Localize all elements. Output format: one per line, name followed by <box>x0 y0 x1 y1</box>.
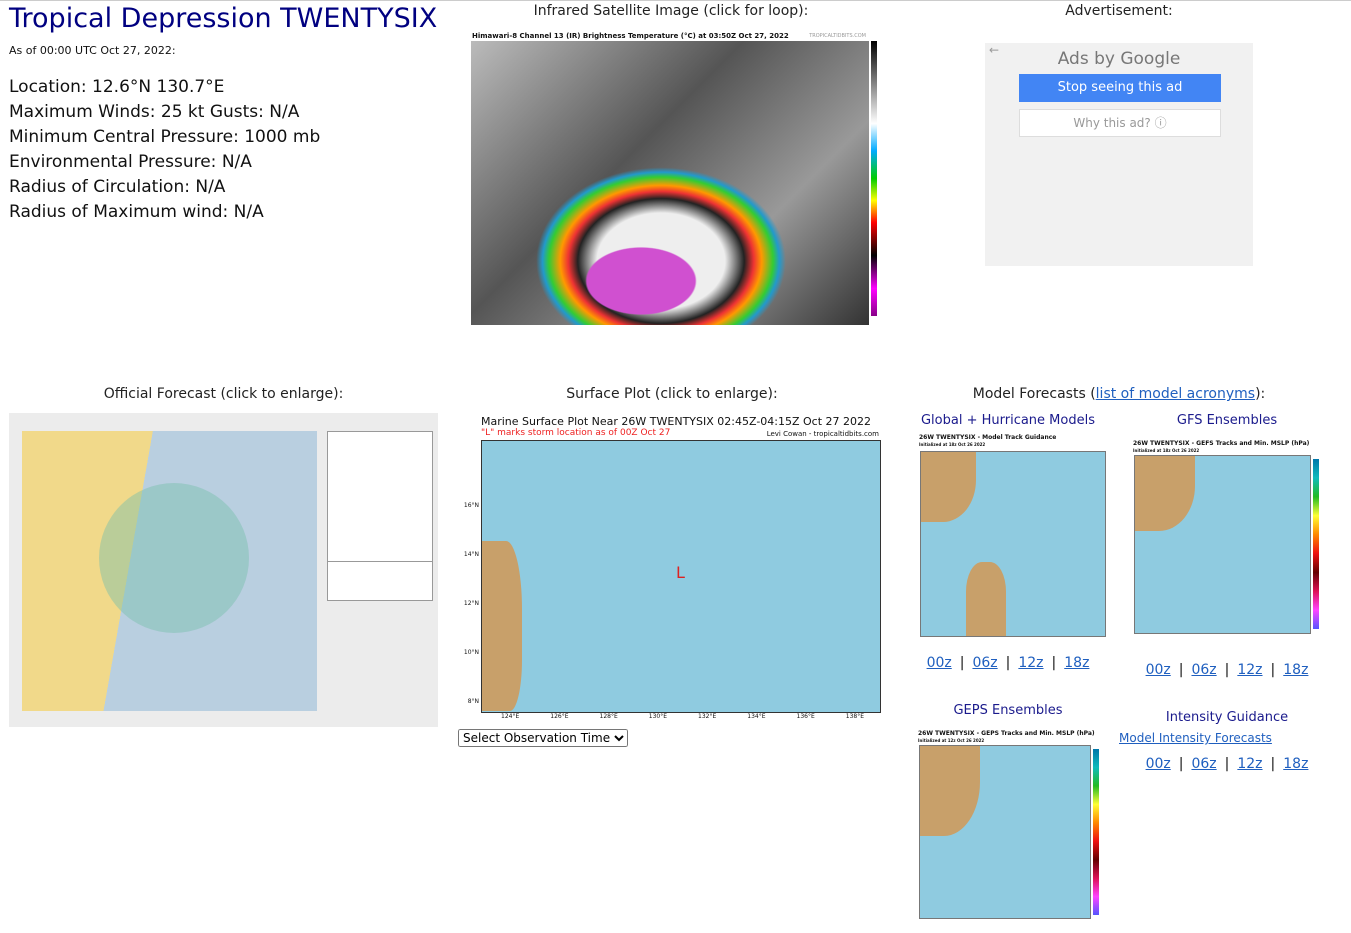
lon-label: 124°E <box>501 713 520 720</box>
gfs-run-links: 00z | 06z | 12z | 18z <box>1145 662 1309 678</box>
models-heading: Model Forecasts (list of model acronyms)… <box>900 386 1338 402</box>
geps-colorbar <box>1093 749 1099 915</box>
gfs-12z-link[interactable]: 12z <box>1237 662 1262 678</box>
intensity-06z-link[interactable]: 06z <box>1191 756 1216 772</box>
model-acronyms-link[interactable]: list of model acronyms <box>1096 386 1255 402</box>
global-models-image[interactable]: 26W TWENTYSIX - Model Track Guidance Ini… <box>918 433 1107 639</box>
lon-label: 128°E <box>599 713 618 720</box>
intensity-00z-link[interactable]: 00z <box>1146 756 1171 772</box>
official-forecast-image[interactable] <box>9 413 438 727</box>
geps-map <box>919 745 1091 919</box>
geps-heading: GEPS Ensembles <box>953 703 1063 718</box>
global-caption: 26W TWENTYSIX - Model Track Guidance <box>919 434 1057 441</box>
stat-min-pressure: Minimum Central Pressure: 1000 mb <box>9 127 321 147</box>
land <box>966 562 1006 636</box>
stat-env-pressure: Environmental Pressure: N/A <box>9 152 252 172</box>
satellite-ir-map <box>471 41 869 325</box>
gfs-map <box>1134 455 1311 634</box>
global-run-links: 00z | 06z | 12z | 18z <box>926 655 1090 671</box>
lat-label: 12°N <box>463 600 479 607</box>
lat-labels: 16°N 14°N 12°N 10°N 8°N <box>457 481 479 721</box>
global-12z-link[interactable]: 12z <box>1018 655 1043 671</box>
surface-map: L <box>481 440 881 713</box>
satellite-colorbar <box>871 41 877 316</box>
global-models-heading: Global + Hurricane Models <box>920 413 1095 428</box>
satellite-caption: Himawari-8 Channel 13 (IR) Brightness Te… <box>472 32 789 40</box>
gfs-heading: GFS Ensembles <box>1176 413 1278 428</box>
lat-label: 14°N <box>463 551 479 558</box>
observation-time-select[interactable]: Select Observation Time... <box>458 729 628 747</box>
lon-label: 126°E <box>550 713 569 720</box>
forecast-cone <box>99 483 249 633</box>
models-heading-text: Model Forecasts ( <box>972 386 1096 402</box>
stat-radius-circulation: Radius of Circulation: N/A <box>9 177 226 197</box>
warning-text-box <box>327 431 433 578</box>
official-heading: Official Forecast (click to enlarge): <box>103 386 344 402</box>
stat-max-winds: Maximum Winds: 25 kt Gusts: N/A <box>9 102 300 122</box>
lon-labels: 124°E 126°E 128°E 130°E 132°E 134°E 136°E 138°E <box>501 713 864 720</box>
global-18z-link[interactable]: 18z <box>1064 655 1089 671</box>
surface-title: Marine Surface Plot Near 26W TWENTYSIX 0… <box>481 415 872 428</box>
gfs-18z-link[interactable]: 18z <box>1283 662 1308 678</box>
intensity-18z-link[interactable]: 18z <box>1283 756 1308 772</box>
lon-label: 134°E <box>747 713 766 720</box>
page-title: Tropical Depression TWENTYSIX <box>9 3 438 34</box>
global-init: Initialized at 18z Oct 26 2022 <box>919 442 986 447</box>
gfs-init: Initialized at 18z Oct 26 2022 <box>1133 448 1200 453</box>
model-intensity-forecasts-link[interactable]: Model Intensity Forecasts <box>1119 731 1272 745</box>
satellite-credit: TROPICALTIDBITS.COM <box>809 33 866 39</box>
land <box>920 746 980 836</box>
lon-label: 138°E <box>845 713 864 720</box>
lon-label: 132°E <box>698 713 717 720</box>
storm-stats: Location: 12.6°N 130.7°E Maximum Winds: … <box>9 75 320 225</box>
ad-heading: Advertisement: <box>1065 3 1173 19</box>
land <box>921 452 976 522</box>
lat-label: 8°N <box>467 698 479 705</box>
stat-location: Location: 12.6°N 130.7°E <box>9 77 225 97</box>
global-map <box>920 451 1106 637</box>
legend-box <box>327 561 433 601</box>
land-philippines <box>482 541 522 711</box>
gfs-caption: 26W TWENTYSIX - GEFS Tracks and Min. MSL… <box>1133 440 1310 447</box>
gfs-ensembles-image[interactable]: 26W TWENTYSIX - GEFS Tracks and Min. MSL… <box>1130 439 1333 637</box>
intensity-heading: Intensity Guidance <box>1165 710 1289 725</box>
models-heading-end: ): <box>1255 386 1266 402</box>
land <box>1135 456 1195 531</box>
satellite-image[interactable]: Himawari-8 Channel 13 (IR) Brightness Te… <box>471 31 886 327</box>
gfs-06z-link[interactable]: 06z <box>1191 662 1216 678</box>
ads-by-google: Ads by Google <box>1057 49 1181 69</box>
intensity-12z-link[interactable]: 12z <box>1237 756 1262 772</box>
geps-caption: 26W TWENTYSIX - GEPS Tracks and Min. MSL… <box>918 730 1095 737</box>
surface-plot-image[interactable]: Marine Surface Plot Near 26W TWENTYSIX 0… <box>457 411 887 721</box>
surface-credit: Levi Cowan - tropicaltidbits.com <box>766 430 879 438</box>
lon-label: 130°E <box>648 713 667 720</box>
lat-label: 10°N <box>463 649 479 656</box>
ad-box: ← Ads by Google Stop seeing this ad Why … <box>985 43 1253 266</box>
as-of-time: As of 00:00 UTC Oct 27, 2022: <box>9 44 176 57</box>
geps-ensembles-image[interactable]: 26W TWENTYSIX - GEPS Tracks and Min. MSL… <box>917 729 1111 919</box>
surface-heading: Surface Plot (click to enlarge): <box>566 386 778 402</box>
lat-label: 16°N <box>463 502 479 509</box>
intensity-run-links: 00z | 06z | 12z | 18z <box>1145 756 1309 772</box>
stat-radius-max-wind: Radius of Maximum wind: N/A <box>9 202 264 222</box>
storm-location-marker: L <box>676 563 685 582</box>
why-this-ad-button[interactable]: Why this ad? ⓘ <box>1019 109 1221 137</box>
stop-seeing-ad-button[interactable]: Stop seeing this ad <box>1019 74 1221 102</box>
satellite-heading: Infrared Satellite Image (click for loop… <box>533 3 809 19</box>
lon-label: 136°E <box>796 713 815 720</box>
surface-subtitle: "L" marks storm location as of 00Z Oct 2… <box>481 428 671 438</box>
geps-init: Initialized at 12z Oct 26 2022 <box>918 738 985 743</box>
gfs-colorbar <box>1313 459 1319 629</box>
gfs-00z-link[interactable]: 00z <box>1146 662 1171 678</box>
global-06z-link[interactable]: 06z <box>972 655 997 671</box>
global-00z-link[interactable]: 00z <box>927 655 952 671</box>
